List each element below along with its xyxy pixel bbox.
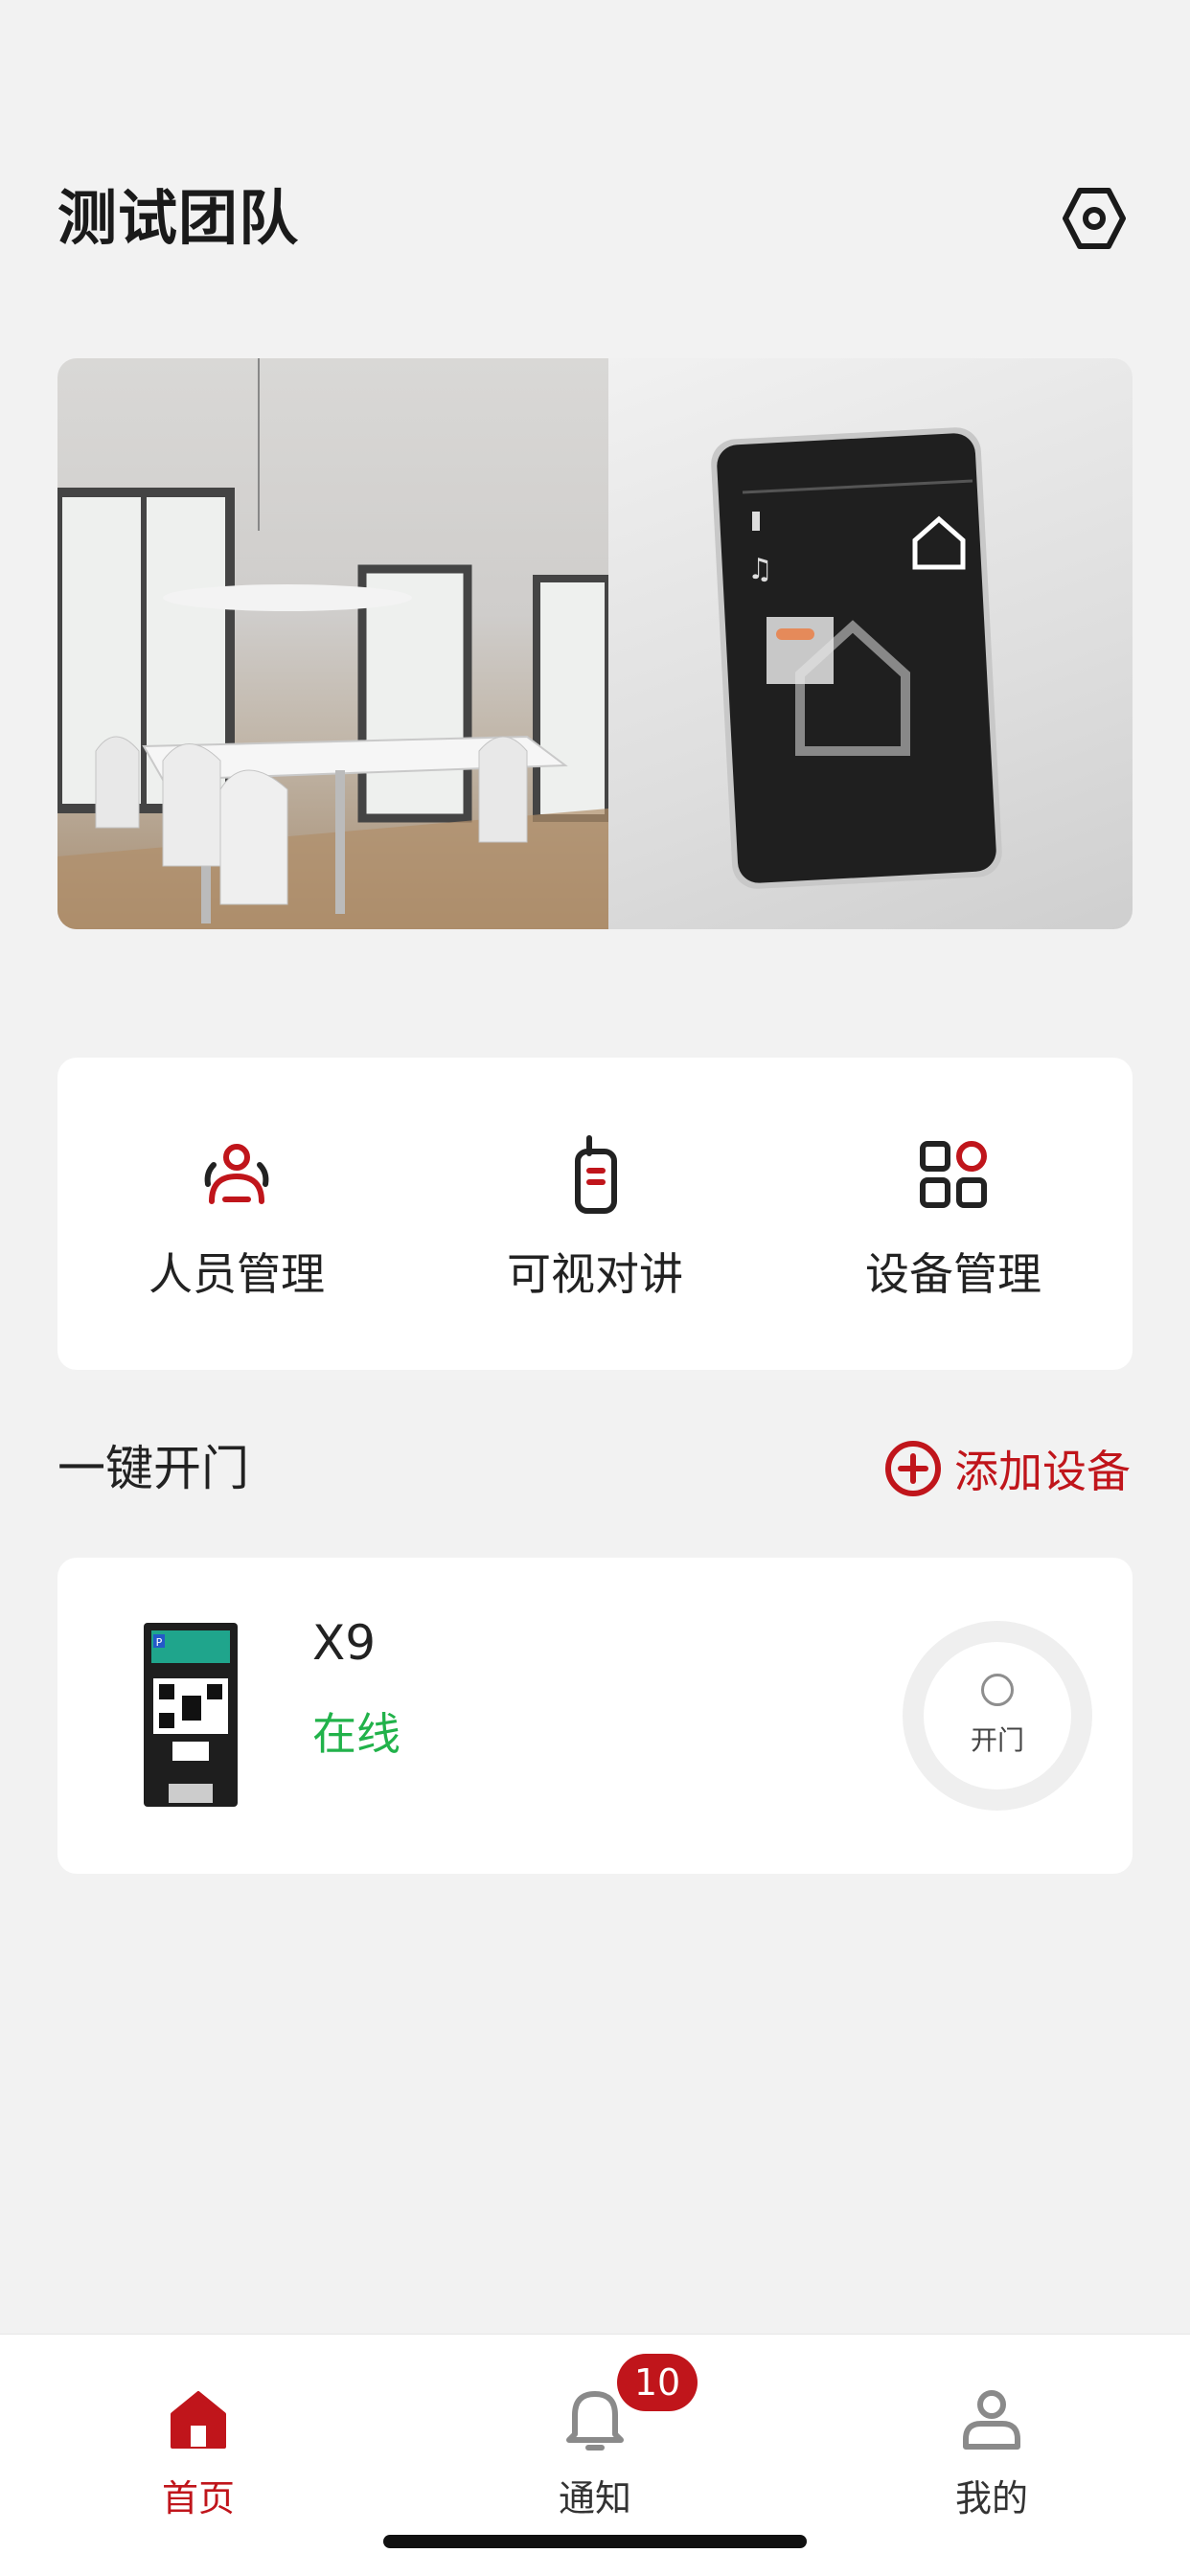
tab-label: 通知 <box>558 2477 631 2519</box>
section-title: 一键开门 <box>57 1441 249 1496</box>
add-device-label: 添加设备 <box>954 1446 1131 1497</box>
device-card[interactable]: P X9 在线 开门 <box>57 1558 1133 1874</box>
settings-button[interactable] <box>1058 182 1131 255</box>
quick-action-label: 可视对讲 <box>507 1248 683 1300</box>
settings-hex-icon <box>1063 188 1126 249</box>
quick-action-people-management[interactable]: 人员管理 <box>57 1058 416 1370</box>
device-status: 在线 <box>312 1708 400 1760</box>
banner-room-photo <box>57 358 612 929</box>
device-name: X9 <box>312 1615 377 1671</box>
tab-label: 我的 <box>954 2477 1028 2519</box>
ring-icon <box>981 1674 1014 1706</box>
add-device-button[interactable]: 添加设备 <box>883 1437 1131 1500</box>
open-door-button[interactable]: 开门 <box>903 1621 1092 1811</box>
tab-home[interactable]: 首页 <box>0 2335 397 2576</box>
notification-badge: 10 <box>617 2354 698 2411</box>
home-icon <box>162 2382 235 2455</box>
open-door-label: 开门 <box>970 1724 1024 1756</box>
quick-actions-card: 人员管理 可视对讲 设备管理 <box>57 1058 1133 1370</box>
walkie-talkie-icon <box>555 1134 635 1215</box>
grid-apps-icon <box>913 1134 994 1215</box>
quick-action-video-intercom[interactable]: 可视对讲 <box>416 1058 774 1370</box>
page-title: 测试团队 <box>57 183 300 253</box>
tab-label: 首页 <box>161 2477 235 2519</box>
person-icon <box>955 2382 1028 2455</box>
svg-text:♫: ♫ <box>747 553 773 586</box>
quick-action-device-management[interactable]: 设备管理 <box>774 1058 1133 1370</box>
quick-action-label: 人员管理 <box>149 1248 325 1300</box>
people-icon <box>196 1134 277 1215</box>
plus-circle-icon <box>885 1441 941 1496</box>
banner-control-panel-photo: ♫ <box>608 358 1133 929</box>
quick-action-label: 设备管理 <box>865 1248 1041 1300</box>
tab-profile[interactable]: 我的 <box>793 2335 1190 2576</box>
banner-image[interactable]: ♫ <box>57 358 1133 929</box>
device-thumb-screen-text: P <box>156 1636 163 1649</box>
device-thumbnail: P <box>140 1619 241 1811</box>
home-indicator <box>383 2535 807 2548</box>
